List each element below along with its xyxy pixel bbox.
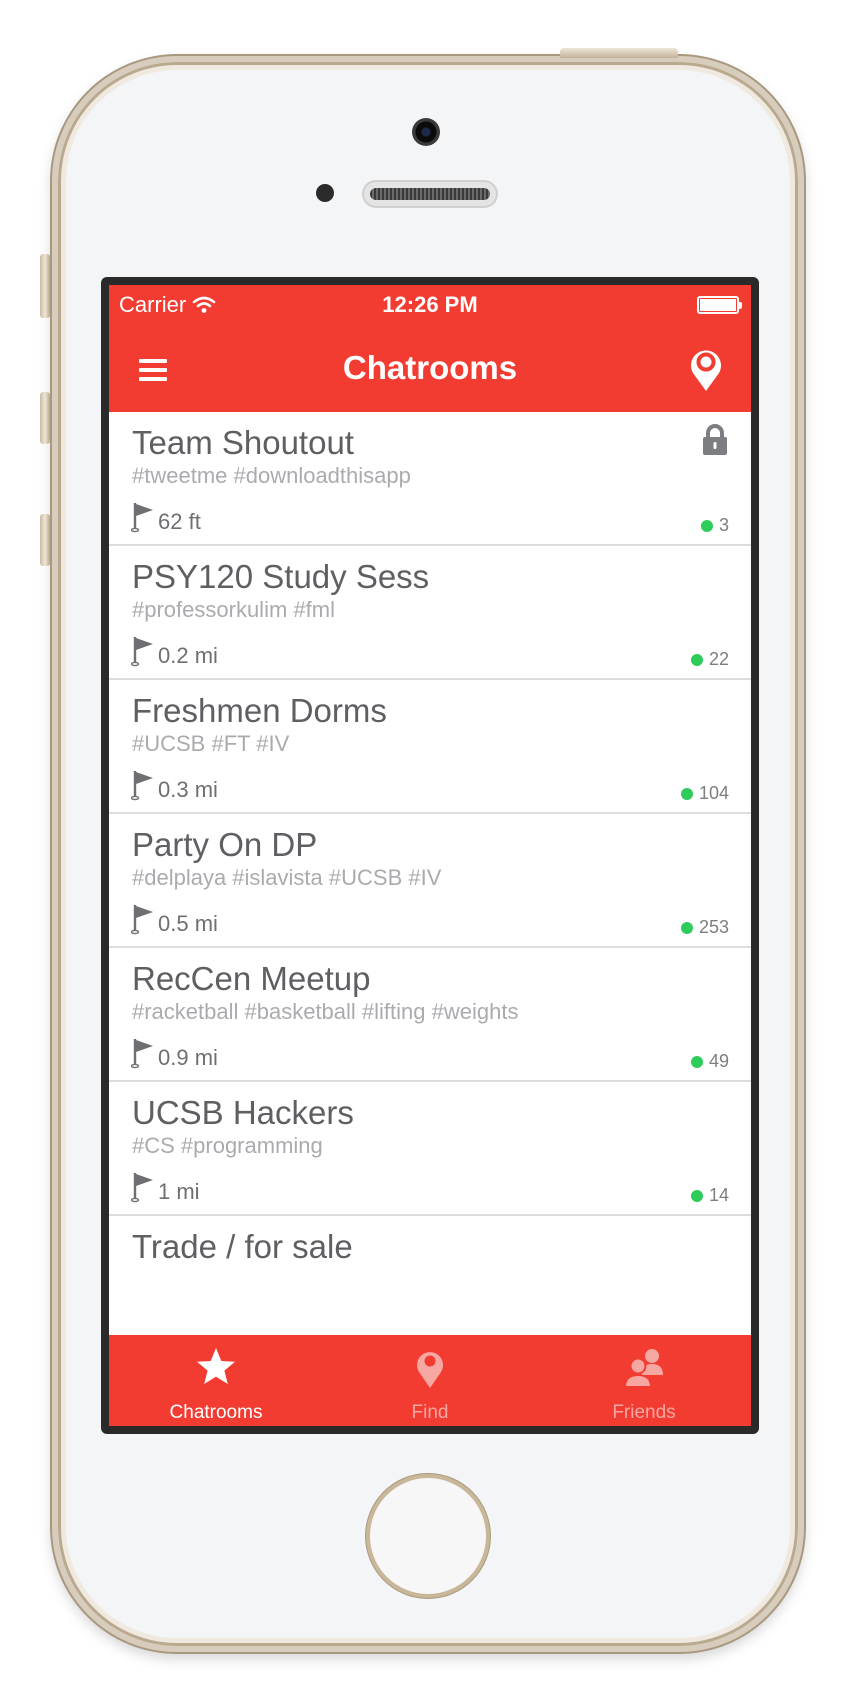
tab-label: Chatrooms xyxy=(169,1402,263,1423)
page-title: Chatrooms xyxy=(342,348,518,386)
online-count: 22 xyxy=(708,649,729,669)
tab-bar: Chatrooms Find Friends xyxy=(109,1335,751,1426)
chatroom-name: PSY120 Study Sess xyxy=(132,558,430,595)
location-pin-icon[interactable] xyxy=(687,345,725,393)
app-screen: Carrier 12:26 PM Chatrooms Team Shoutout… xyxy=(109,285,751,1426)
flag-icon xyxy=(131,503,153,533)
chatroom-list: Team Shoutout #tweetme #downloadthisapp … xyxy=(109,412,751,1265)
chatroom-distance: 0.2 mi xyxy=(158,643,218,668)
chatroom-name: Trade / for sale xyxy=(132,1228,353,1265)
tab-label: Friends xyxy=(612,1402,676,1423)
chatroom-distance: 0.5 mi xyxy=(158,911,218,936)
chatroom-item[interactable]: Trade / for sale xyxy=(109,1216,751,1265)
chatroom-name: Freshmen Dorms xyxy=(132,692,387,729)
online-count: 3 xyxy=(718,515,729,535)
chatroom-name: UCSB Hackers xyxy=(132,1094,354,1131)
flag-icon xyxy=(131,1173,153,1203)
chatroom-distance: 0.9 mi xyxy=(158,1045,218,1070)
online-dot-icon xyxy=(690,653,703,666)
online-count: 14 xyxy=(708,1185,729,1205)
chatroom-item[interactable]: UCSB Hackers #CS #programming 1 mi 14 xyxy=(109,1082,751,1216)
chatroom-item[interactable]: Party On DP #delplaya #islavista #UCSB #… xyxy=(109,814,751,948)
chatroom-item[interactable]: RecCen Meetup #racketball #basketball #l… xyxy=(109,948,751,1082)
chatroom-tags: #UCSB #FT #IV xyxy=(132,731,290,756)
online-dot-icon xyxy=(690,1189,703,1202)
chatroom-tags: #tweetme #downloadthisapp xyxy=(132,463,411,488)
online-count: 49 xyxy=(708,1051,729,1071)
flag-icon xyxy=(131,771,153,801)
chatroom-name: RecCen Meetup xyxy=(132,960,371,997)
flag-icon xyxy=(131,637,153,667)
home-button[interactable] xyxy=(366,1474,490,1598)
chatroom-name: Team Shoutout xyxy=(132,424,354,461)
online-dot-icon xyxy=(680,921,693,934)
chatroom-item[interactable]: Freshmen Dorms #UCSB #FT #IV 0.3 mi 104 xyxy=(109,680,751,814)
online-count: 253 xyxy=(698,917,729,937)
online-dot-icon xyxy=(700,519,713,532)
chatroom-distance: 1 mi xyxy=(158,1179,200,1204)
tab-label: Find xyxy=(411,1402,449,1423)
friends-icon xyxy=(623,1349,663,1388)
nav-bar: Chatrooms xyxy=(109,323,751,412)
chatroom-distance: 0.3 mi xyxy=(158,777,218,802)
chatroom-item[interactable]: PSY120 Study Sess #professorkulim #fml 0… xyxy=(109,546,751,680)
chatroom-distance: 62 ft xyxy=(158,509,201,534)
chatroom-tags: #professorkulim #fml xyxy=(132,597,335,622)
tab-chatrooms[interactable]: Chatrooms xyxy=(109,1335,323,1426)
earpiece-speaker xyxy=(362,180,498,208)
flag-icon xyxy=(131,905,153,935)
star-icon xyxy=(197,1348,235,1384)
hamburger-menu-icon[interactable] xyxy=(139,359,167,381)
chatroom-tags: #racketball #basketball #lifting #weight… xyxy=(132,999,519,1024)
flag-icon xyxy=(131,1039,153,1069)
chatroom-tags: #delplaya #islavista #UCSB #IV xyxy=(132,865,442,890)
front-camera xyxy=(412,118,440,146)
lock-icon xyxy=(703,424,727,455)
online-dot-icon xyxy=(690,1055,703,1068)
tab-find[interactable]: Find xyxy=(323,1335,537,1426)
online-dot-icon xyxy=(680,787,693,800)
volume-down-button xyxy=(40,514,50,566)
status-bar: Carrier 12:26 PM xyxy=(109,285,751,323)
status-time: 12:26 PM xyxy=(382,292,478,317)
volume-up-button xyxy=(40,392,50,444)
power-button xyxy=(560,48,678,58)
online-count: 104 xyxy=(698,783,729,803)
mute-switch xyxy=(40,254,50,318)
chatroom-item[interactable]: Team Shoutout #tweetme #downloadthisapp … xyxy=(109,412,751,546)
proximity-sensor xyxy=(316,184,334,202)
battery-icon xyxy=(697,296,742,314)
chatroom-name: Party On DP xyxy=(132,826,318,863)
chatroom-tags: #CS #programming xyxy=(132,1133,323,1158)
map-pin-icon xyxy=(417,1352,443,1388)
tab-friends[interactable]: Friends xyxy=(537,1335,751,1426)
